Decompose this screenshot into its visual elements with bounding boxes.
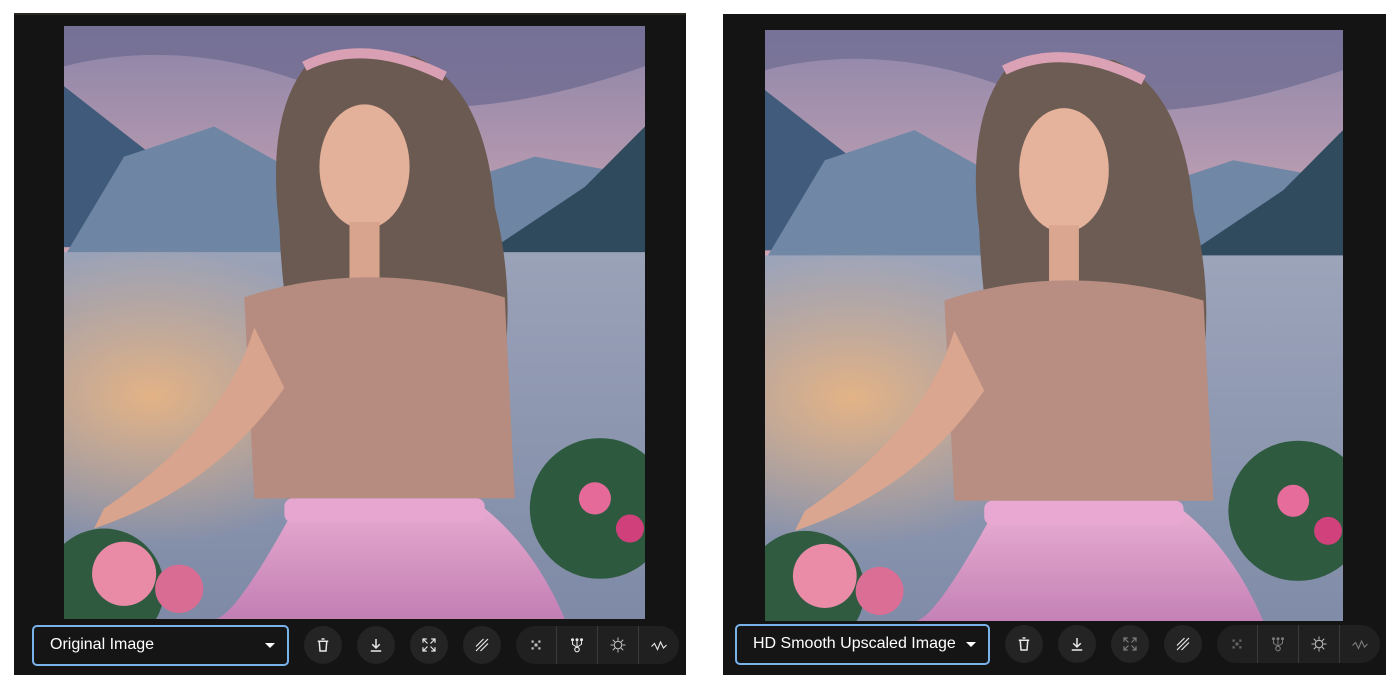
download-icon bbox=[1071, 638, 1083, 651]
sun-icon bbox=[610, 637, 626, 653]
wave-button[interactable] bbox=[638, 626, 679, 664]
wave-icon bbox=[651, 640, 667, 651]
caret-down-icon bbox=[966, 641, 976, 647]
fullscreen-button[interactable] bbox=[1111, 625, 1149, 663]
select-label: HD Smooth Upscaled Image bbox=[753, 635, 956, 652]
tree-icon bbox=[1272, 637, 1284, 652]
effects-group bbox=[516, 626, 679, 664]
tree-button[interactable] bbox=[1257, 625, 1298, 663]
portrait-image-svg bbox=[765, 30, 1343, 621]
expand-icon bbox=[422, 638, 436, 652]
right-image-panel: HD Smooth Upscaled Image bbox=[723, 14, 1386, 675]
image-toolbar: Original Image bbox=[32, 622, 679, 668]
delete-button[interactable] bbox=[1005, 625, 1043, 663]
portrait-image-svg bbox=[64, 26, 645, 619]
grid-icon bbox=[531, 640, 541, 650]
image-version-select[interactable]: Original Image bbox=[32, 624, 289, 666]
select-label: Original Image bbox=[50, 636, 155, 653]
pattern-button[interactable] bbox=[463, 626, 501, 664]
grid-icon bbox=[1232, 639, 1242, 649]
caret-down-icon bbox=[265, 642, 275, 648]
sun-button[interactable] bbox=[1298, 625, 1339, 663]
hatch-icon bbox=[1176, 637, 1190, 651]
left-image-panel: Original Image bbox=[14, 13, 686, 675]
trash-icon bbox=[1018, 637, 1030, 651]
wave-button[interactable] bbox=[1339, 625, 1380, 663]
download-button[interactable] bbox=[357, 626, 395, 664]
download-button[interactable] bbox=[1058, 625, 1096, 663]
image-version-select[interactable]: HD Smooth Upscaled Image bbox=[735, 623, 990, 665]
image-toolbar: HD Smooth Upscaled Image bbox=[735, 621, 1380, 667]
upscaled-image[interactable] bbox=[765, 30, 1343, 621]
sun-icon bbox=[1311, 636, 1327, 652]
wave-icon bbox=[1352, 639, 1368, 650]
tree-icon bbox=[571, 638, 583, 653]
tree-button[interactable] bbox=[556, 626, 597, 664]
effects-group bbox=[1217, 625, 1380, 663]
grid-button[interactable] bbox=[516, 626, 556, 664]
trash-icon bbox=[317, 638, 329, 652]
panel-top-edge bbox=[14, 13, 686, 15]
original-image[interactable] bbox=[64, 26, 645, 619]
fullscreen-button[interactable] bbox=[410, 626, 448, 664]
expand-icon bbox=[1123, 637, 1137, 651]
hatch-icon bbox=[475, 638, 489, 652]
sun-button[interactable] bbox=[597, 626, 638, 664]
pattern-button[interactable] bbox=[1164, 625, 1202, 663]
download-icon bbox=[370, 639, 382, 652]
grid-button[interactable] bbox=[1217, 625, 1257, 663]
delete-button[interactable] bbox=[304, 626, 342, 664]
